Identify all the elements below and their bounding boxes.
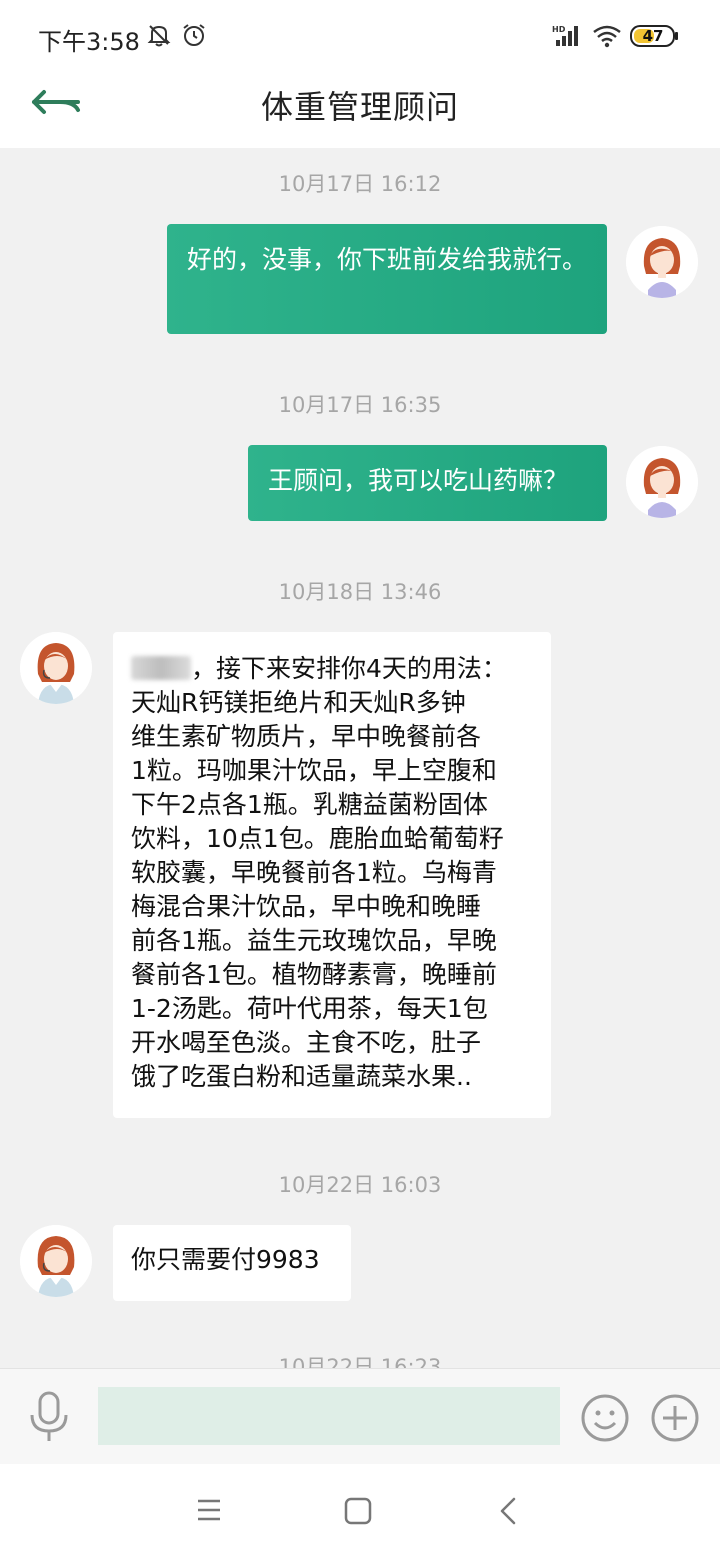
hd-signal-icon: HD: [552, 24, 582, 52]
timestamp: 10月18日 13:46: [278, 580, 442, 604]
incoming-message[interactable]: 你只需要付9983: [113, 1225, 351, 1301]
home-icon[interactable]: [344, 1497, 372, 1529]
outgoing-message[interactable]: 好的，没事，你下班前发给我就行。: [167, 224, 607, 334]
message-line: 前各1瓶。益生元玫瑰饮品，早晚: [131, 926, 497, 955]
message-line: 饿了吃蛋白粉和适量蔬菜水果..: [131, 1062, 472, 1091]
message-line: ，接下来安排你4天的用法：: [131, 652, 533, 686]
svg-text:HD: HD: [552, 25, 566, 34]
menu-icon[interactable]: [196, 1498, 222, 1526]
battery-icon: 47: [630, 24, 680, 48]
outgoing-message[interactable]: 王顾问，我可以吃山药嘛？: [248, 445, 607, 521]
back-icon[interactable]: [498, 1496, 518, 1530]
user-avatar[interactable]: [626, 446, 698, 518]
chat-messages[interactable]: 10月17日 16:12 好的，没事，你下班前发给我就行。 10月17日 16:…: [0, 148, 720, 1368]
microphone-icon[interactable]: [28, 1389, 70, 1447]
redacted-name: [131, 656, 191, 680]
message-input[interactable]: [98, 1387, 560, 1445]
message-line: 饮料，10点1包。鹿胎血蛤葡萄籽: [131, 824, 504, 853]
bell-off-icon: [146, 22, 172, 52]
advisor-avatar[interactable]: [20, 632, 92, 704]
alarm-icon: [181, 22, 207, 52]
user-avatar[interactable]: [626, 226, 698, 298]
advisor-avatar[interactable]: [20, 1225, 92, 1297]
timestamp: 10月17日 16:12: [278, 172, 442, 196]
message-line: 1-2汤匙。荷叶代用茶，每天1包: [131, 994, 488, 1023]
message-line: 维生素矿物质片，早中晚餐前各: [131, 722, 482, 751]
timestamp: 10月22日 16:03: [278, 1173, 442, 1197]
status-bar: 下午3:58 HD 47: [0, 0, 720, 70]
message-line: 餐前各1包。植物酵素膏，晚睡前: [131, 960, 497, 989]
wifi-icon: [592, 24, 622, 52]
message-line: 下午2点各1瓶。乳糖益菌粉固体: [131, 790, 488, 819]
plus-icon[interactable]: [650, 1393, 700, 1447]
input-bar: [0, 1368, 720, 1464]
message-line: 开水喝至色淡。主食不吃，肚子: [131, 1028, 482, 1057]
message-line: 软胶囊，早晚餐前各1粒。乌梅青: [131, 858, 497, 887]
message-line: 天灿R钙镁拒绝片和天灿R多钟: [131, 688, 466, 717]
timestamp: 10月22日 16:23: [278, 1355, 442, 1368]
chat-header: 体重管理顾问: [0, 70, 720, 148]
timestamp: 10月17日 16:35: [278, 393, 442, 417]
battery-level: 47: [642, 27, 664, 45]
incoming-message[interactable]: ，接下来安排你4天的用法： 天灿R钙镁拒绝片和天灿R多钟 维生素矿物质片，早中晚…: [113, 632, 551, 1118]
message-line: 1粒。玛咖果汁饮品，早上空腹和: [131, 756, 497, 785]
emoji-icon[interactable]: [580, 1393, 630, 1447]
page-title: 体重管理顾问: [260, 88, 459, 126]
system-nav-bar: [0, 1464, 720, 1560]
message-line: 梅混合果汁饮品，早中晚和晚睡: [131, 892, 482, 921]
status-time: 下午3:58: [38, 28, 140, 56]
